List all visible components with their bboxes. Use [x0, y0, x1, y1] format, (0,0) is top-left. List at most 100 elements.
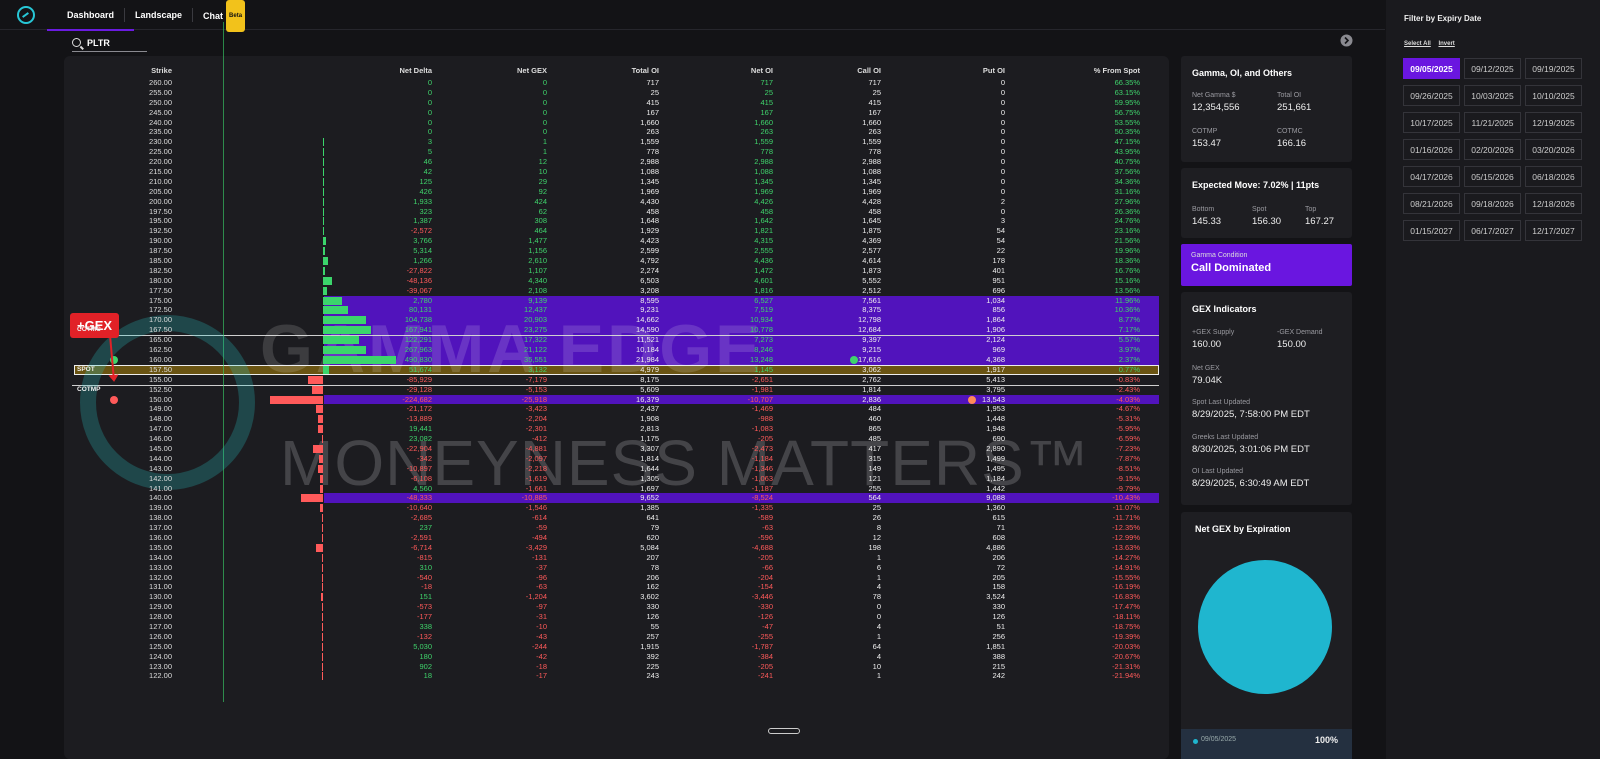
- expiry-date-button[interactable]: 05/15/2026: [1464, 166, 1521, 187]
- table-row[interactable]: COTMP 152.50 -29,128 -5,153 5,609 -1,981 1,814…: [74, 385, 1159, 395]
- expiry-date-button[interactable]: 09/05/2025: [1403, 58, 1460, 79]
- expiry-date-button[interactable]: 10/03/2025: [1464, 85, 1521, 106]
- table-row[interactable]: 205.00 426 92 1,969 1,969 1,969 0 31.16%: [74, 187, 1159, 197]
- expiry-date-button[interactable]: 12/19/2025: [1525, 112, 1582, 133]
- table-body[interactable]: 260.00 0 0 717 717 717 0 66.35% 255.00 0 0 25 25 25 0 6…: [74, 78, 1159, 681]
- table-row[interactable]: 255.00 0 0 25 25 25 0 63.15%: [74, 88, 1159, 98]
- expiry-date-button[interactable]: 11/21/2025: [1464, 112, 1521, 133]
- expiry-date-button[interactable]: 01/16/2026: [1403, 139, 1460, 160]
- expiry-date-button[interactable]: 02/20/2026: [1464, 139, 1521, 160]
- table-row[interactable]: 172.50 80,131 12,437 9,231 7,519 8,375 856 10.3…: [74, 305, 1159, 316]
- table-row[interactable]: 240.00 0 0 1,660 1,660 1,660 0 53.55%: [74, 118, 1159, 128]
- table-row[interactable]: 170.00 104,738 20,903 14,662 10,934 12,798 1,8…: [74, 315, 1159, 326]
- table-row[interactable]: 130.00 151 -1,204 3,602 -3,446 78 3,524 -16.83%: [74, 592, 1159, 602]
- table-row[interactable]: 147.00 19,441 -2,301 2,813 -1,083 865 1,948 -5.…: [74, 424, 1159, 434]
- column-header[interactable]: Net Delta: [322, 66, 432, 76]
- table-row[interactable]: 200.00 1,933 424 4,430 4,426 4,428 2 27.96%: [74, 197, 1159, 207]
- table-row[interactable]: 131.00 -18 -63 162 -154 4 158 -16.19%: [74, 582, 1159, 592]
- table-row[interactable]: 175.00 2,780 9,139 8,595 6,527 7,561 1,034 11.9…: [74, 295, 1159, 306]
- table-row[interactable]: SPOT 157.50 51,674 3,132 4,979 1,145 3,062 1,91…: [74, 364, 1159, 375]
- table-row[interactable]: 127.00 338 -10 55 -47 4 51 -18.75%: [74, 622, 1159, 632]
- column-header[interactable]: Call OI: [773, 66, 881, 76]
- table-row[interactable]: 135.00 -6,714 -3,429 5,084 -4,688 198 4,886 -13…: [74, 543, 1159, 553]
- table-row[interactable]: COTMC 167.50 167,941 23,275 14,590 10,778 12,6…: [74, 325, 1159, 336]
- table-row[interactable]: 190.00 3,766 1,477 4,423 4,315 4,369 54 21.56%: [74, 236, 1159, 246]
- table-row[interactable]: 126.00 -132 -43 257 -255 1 256 -19.39%: [74, 632, 1159, 642]
- table-row[interactable]: 250.00 0 0 415 415 415 0 59.95%: [74, 98, 1159, 108]
- table-row[interactable]: 124.00 180 -42 392 -384 4 388 -20.67%: [74, 652, 1159, 662]
- column-header[interactable]: % From Spot: [1005, 66, 1140, 76]
- column-header[interactable]: Total OI: [547, 66, 659, 76]
- table-row[interactable]: 149.00 -21,172 -3,423 2,437 -1,469 484 1,953 -4…: [74, 404, 1159, 414]
- table-row[interactable]: 235.00 0 0 263 263 263 0 50.35%: [74, 127, 1159, 137]
- table-row[interactable]: 160.00 490,830 35,551 21,984 13,248 17,616 4,3…: [74, 354, 1159, 365]
- table-row[interactable]: 140.00 -48,333 -10,885 9,652 -8,524 564 9,088 -…: [74, 493, 1159, 504]
- chevron-right-icon[interactable]: [1340, 34, 1353, 47]
- expiry-date-button[interactable]: 12/17/2027: [1525, 220, 1582, 241]
- expiry-date-button[interactable]: 09/19/2025: [1525, 58, 1582, 79]
- table-row[interactable]: 139.00 -10,640 -1,546 1,385 -1,335 25 1,360 -11…: [74, 503, 1159, 513]
- expiry-date-button[interactable]: 01/15/2027: [1403, 220, 1460, 241]
- table-row[interactable]: 185.00 1,266 2,610 4,792 4,436 4,614 178 18.36%: [74, 256, 1159, 266]
- table-row[interactable]: 136.00 -2,591 -494 620 -596 12 608 -12.99%: [74, 533, 1159, 543]
- table-row[interactable]: 123.00 902 -18 225 -205 10 215 -21.31%: [74, 662, 1159, 672]
- table-row[interactable]: 182.50 -27,822 1,107 2,274 1,472 1,873 401 16.7…: [74, 266, 1159, 276]
- expiry-date-button[interactable]: 09/18/2026: [1464, 193, 1521, 214]
- table-row[interactable]: 137.00 237 -59 79 -63 8 71 -12.35%: [74, 523, 1159, 533]
- column-header[interactable]: Net OI: [659, 66, 773, 76]
- table-row[interactable]: 138.00 -2,685 -614 641 -589 26 615 -11.71%: [74, 513, 1159, 523]
- expiry-date-button[interactable]: 09/26/2025: [1403, 85, 1460, 106]
- expiry-date-button[interactable]: 10/17/2025: [1403, 112, 1460, 133]
- table-row[interactable]: 122.00 18 -17 243 -241 1 242 -21.94%: [74, 671, 1159, 681]
- tab-landscape[interactable]: Landscape: [125, 0, 192, 30]
- pie-slice[interactable]: [1198, 560, 1332, 694]
- table-row[interactable]: 143.00 -10,897 -2,218 1,644 -1,346 149 1,495 -8…: [74, 464, 1159, 474]
- table-row[interactable]: 162.50 267,963 21,122 10,184 8,246 9,215 969 3.…: [74, 345, 1159, 355]
- table-row[interactable]: 125.00 5,030 -244 1,915 -1,787 64 1,851 -20.03%: [74, 642, 1159, 652]
- table-row[interactable]: 180.00 -48,136 4,340 6,503 4,601 5,552 951 15.1…: [74, 276, 1159, 286]
- table-row[interactable]: 197.50 323 62 458 458 458 0 26.36%: [74, 207, 1159, 217]
- table-row[interactable]: 210.00 125 29 1,345 1,345 1,345 0 34.36%: [74, 177, 1159, 187]
- expiry-date-button[interactable]: 03/20/2026: [1525, 139, 1582, 160]
- table-row[interactable]: 165.00 122,291 17,322 11,521 7,273 9,397 2,124…: [74, 335, 1159, 345]
- table-row[interactable]: 128.00 -177 -31 126 -126 0 126 -18.11%: [74, 612, 1159, 622]
- expiry-date-button[interactable]: 04/17/2026: [1403, 166, 1460, 187]
- table-row[interactable]: 129.00 -573 -97 330 -330 0 330 -17.47%: [74, 602, 1159, 612]
- table-row[interactable]: 245.00 0 0 167 167 167 0 56.75%: [74, 108, 1159, 118]
- table-row[interactable]: 146.00 23,082 -412 1,175 -205 485 690 -6.59%: [74, 434, 1159, 444]
- table-row[interactable]: 225.00 5 1 778 778 778 0 43.95%: [74, 147, 1159, 157]
- expiry-date-button[interactable]: 08/21/2026: [1403, 193, 1460, 214]
- table-row[interactable]: 134.00 -815 -131 207 -205 1 206 -14.27%: [74, 553, 1159, 563]
- logo-icon[interactable]: [17, 5, 35, 24]
- table-row[interactable]: 192.50 -2,572 464 1,929 1,821 1,875 54 23.16%: [74, 226, 1159, 236]
- table-row[interactable]: 150.00 -224,682 -25,918 16,379 -10,707 2,836 1…: [74, 394, 1159, 405]
- table-row[interactable]: 148.00 -13,889 -2,204 1,908 -988 460 1,448 -5.3…: [74, 414, 1159, 424]
- table-row[interactable]: 187.50 5,314 1,156 2,599 2,555 2,577 22 19.96%: [74, 246, 1159, 256]
- table-row[interactable]: 144.00 -342 -2,097 1,814 -1,184 315 1,499 -7.87…: [74, 454, 1159, 464]
- search-input[interactable]: [87, 37, 142, 48]
- tab-chat[interactable]: Chat Beta: [193, 0, 255, 32]
- expiry-date-button[interactable]: 09/12/2025: [1464, 58, 1521, 79]
- scroll-indicator[interactable]: [768, 728, 800, 734]
- table-row[interactable]: 260.00 0 0 717 717 717 0 66.35%: [74, 78, 1159, 88]
- table-row[interactable]: 177.50 -39,067 2,108 3,208 1,816 2,512 696 13.5…: [74, 286, 1159, 296]
- table-row[interactable]: 133.00 310 -37 78 -66 6 72 -14.91%: [74, 563, 1159, 573]
- expiry-date-button[interactable]: 12/18/2026: [1525, 193, 1582, 214]
- table-row[interactable]: 220.00 46 12 2,988 2,988 2,988 0 40.75%: [74, 157, 1159, 167]
- column-header[interactable]: Put OI: [881, 66, 1005, 76]
- table-row[interactable]: 132.00 -540 -96 206 -204 1 205 -15.55%: [74, 573, 1159, 583]
- expiry-date-button[interactable]: 10/10/2025: [1525, 85, 1582, 106]
- column-header[interactable]: Strike: [114, 66, 172, 76]
- table-row[interactable]: 195.00 1,387 308 1,648 1,642 1,645 3 24.76%: [74, 216, 1159, 226]
- table-row[interactable]: 215.00 42 10 1,088 1,088 1,088 0 37.56%: [74, 167, 1159, 177]
- table-row[interactable]: 141.00 4,560 -1,661 1,697 -1,187 255 1,442 -9.7…: [74, 484, 1159, 494]
- select-all-link[interactable]: Select All: [1404, 41, 1431, 47]
- ticker-search[interactable]: [72, 34, 147, 52]
- table-row[interactable]: 155.00 -85,929 -7,179 8,175 -2,651 2,762 5,413…: [74, 375, 1159, 385]
- tab-dashboard[interactable]: Dashboard: [46, 0, 135, 31]
- table-row[interactable]: 145.00 -22,904 -4,881 3,307 -2,473 417 2,890 -7…: [74, 444, 1159, 454]
- table-row[interactable]: 230.00 3 1 1,559 1,559 1,559 0 47.15%: [74, 137, 1159, 147]
- table-row[interactable]: 142.00 -6,108 -1,619 1,305 -1,063 121 1,184 -9.…: [74, 474, 1159, 484]
- invert-link[interactable]: Invert: [1438, 41, 1454, 47]
- expiry-date-button[interactable]: 06/17/2027: [1464, 220, 1521, 241]
